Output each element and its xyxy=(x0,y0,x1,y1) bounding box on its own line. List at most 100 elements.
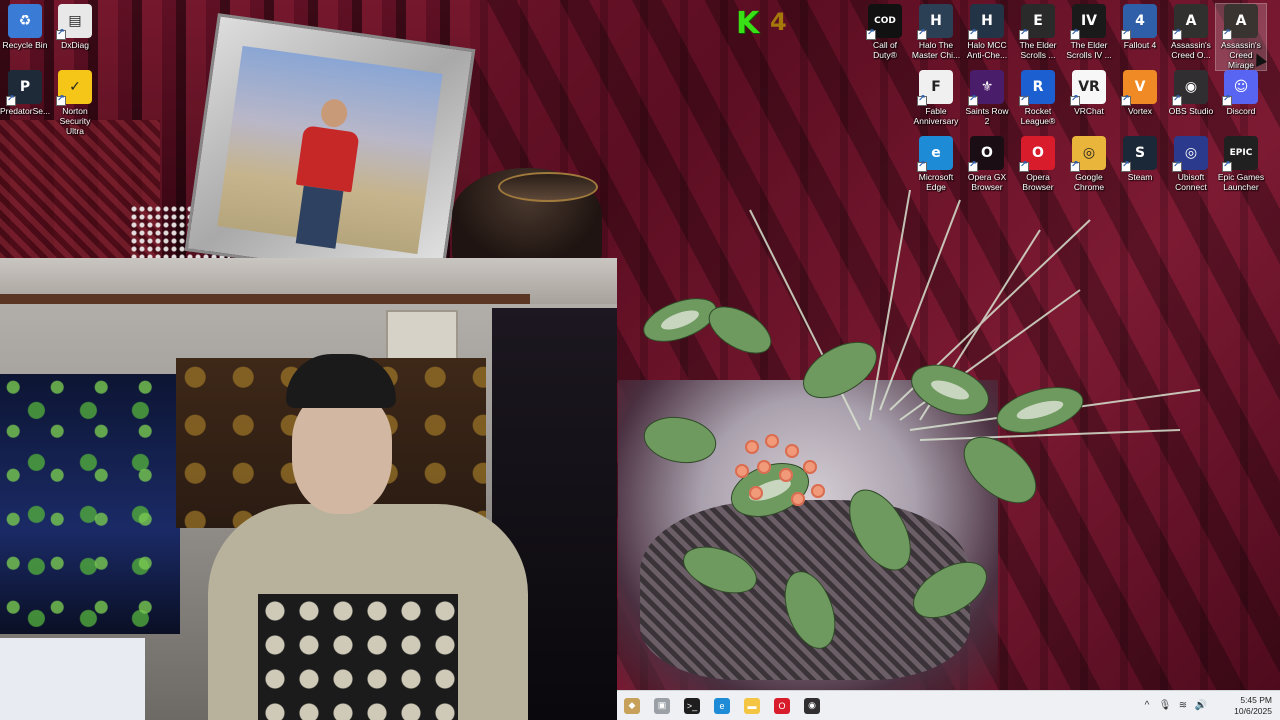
desktop-icon-label: VRChat xyxy=(1074,106,1104,116)
tray-clock[interactable]: 5:45 PM 10/6/2025 xyxy=(1210,695,1272,717)
desktop-icon-recycle-bin[interactable]: ♻ Recycle Bin xyxy=(0,4,50,50)
epic-icon: EPIC xyxy=(1222,136,1258,172)
shortcut-arrow-icon xyxy=(1222,28,1232,40)
ubisoft-icon: ◎ xyxy=(1172,136,1208,172)
ac-mirage-icon: A xyxy=(1222,4,1258,40)
desktop-icon-fallout4[interactable]: 4Fallout 4 xyxy=(1115,4,1165,50)
desktop-icon-label: Opera Browser xyxy=(1022,172,1054,192)
desktop-icon-vrchat[interactable]: VRVRChat xyxy=(1064,70,1114,116)
desktop-icon-label: Opera GX Browser xyxy=(967,172,1007,192)
webcam-window xyxy=(0,638,145,720)
tray-volume-icon[interactable]: 🔊 xyxy=(1192,700,1210,711)
desktop-icon-ac-odyssey[interactable]: AAssassin's Creed O... xyxy=(1166,4,1216,60)
desktop-icon-label: Epic Games Launcher xyxy=(1217,172,1265,192)
desktop-icon-halo-mcc-anticheat[interactable]: HHalo MCC Anti-Che... xyxy=(962,4,1012,60)
desktop-icon-label: Fable Anniversary xyxy=(913,106,959,126)
rocket-league-icon: R xyxy=(1019,70,1055,106)
norton-icon: ✓ xyxy=(56,70,92,106)
taskbar-explorer-button[interactable]: ▬ xyxy=(737,691,767,720)
desktop-icon-norton[interactable]: ✓Norton Security Ultra xyxy=(50,70,100,136)
recycle-bin-icon: ♻ xyxy=(8,4,42,38)
halo-mcc-icon: H xyxy=(917,4,953,40)
desktop-icon-saints-row-2[interactable]: ⚜Saints Row 2 xyxy=(962,70,1012,126)
desktop-icon-label: OBS Studio xyxy=(1168,106,1214,116)
desktop-icon-fable[interactable]: FFable Anniversary xyxy=(911,70,961,126)
desktop-icon-rocket-league[interactable]: RRocket League® xyxy=(1013,70,1063,126)
desktop-icon-label: Recycle Bin xyxy=(2,40,48,50)
desktop-icon-label: PredatorSe... xyxy=(0,106,51,116)
desktop-icon-label: Discord xyxy=(1226,106,1256,116)
desktop-icon-label: Steam xyxy=(1127,172,1153,182)
desktop-icon-edge[interactable]: eMicrosoft Edge xyxy=(911,136,961,192)
desktop-icon-label: The Elder Scrolls IV ... xyxy=(1066,40,1112,60)
desktop-icon-discord[interactable]: ☺Discord xyxy=(1216,70,1266,116)
desktop-icon-opera-gx[interactable]: OOpera GX Browser xyxy=(962,136,1012,192)
desktop-icon-predatorsense[interactable]: PPredatorSe... xyxy=(0,70,50,116)
desktop-icon-chrome[interactable]: ◎Google Chrome xyxy=(1064,136,1114,192)
desktop-icon-vortex[interactable]: VVortex xyxy=(1115,70,1165,116)
taskbar-edge-button[interactable]: e xyxy=(707,691,737,720)
taskbar-opera-button[interactable]: O xyxy=(767,691,797,720)
shortcut-arrow-icon xyxy=(56,94,66,106)
shortcut-arrow-icon xyxy=(1070,28,1080,40)
desktop-icon-opera[interactable]: OOpera Browser xyxy=(1013,136,1063,192)
fallout4-icon: 4 xyxy=(1121,4,1157,40)
shortcut-arrow-icon xyxy=(1070,94,1080,106)
desktop-icon-ubisoft[interactable]: ◎Ubisoft Connect xyxy=(1166,136,1216,192)
opera-icon: O xyxy=(1019,136,1055,172)
edge-icon: e xyxy=(917,136,953,172)
desktop-icon-dxdiag[interactable]: ▤DxDiag xyxy=(50,4,100,50)
desktop-icon-obs[interactable]: ◉OBS Studio xyxy=(1166,70,1216,116)
desktop-icon-oblivion[interactable]: IVThe Elder Scrolls IV ... xyxy=(1064,4,1114,60)
shortcut-arrow-icon xyxy=(1019,160,1029,172)
edge-icon: e xyxy=(714,697,730,714)
webcam-tapestry-left xyxy=(0,374,180,634)
shortcut-arrow-icon xyxy=(917,94,927,106)
desktop-icon-call-of-duty[interactable]: CODCall of Duty® xyxy=(860,4,910,60)
obs-icon: ◉ xyxy=(804,697,820,714)
desktop-icon-label: Google Chrome xyxy=(1073,172,1105,192)
shortcut-arrow-icon xyxy=(968,94,978,106)
oblivion-icon: IV xyxy=(1070,4,1106,40)
app-icon: ◆ xyxy=(624,697,640,714)
shortcut-arrow-icon xyxy=(1019,94,1029,106)
shortcut-arrow-icon xyxy=(1172,160,1182,172)
taskbar-terminal-button[interactable]: >_ xyxy=(677,691,707,720)
tray-wifi-icon[interactable]: ≋ xyxy=(1174,700,1192,711)
tray-time: 5:45 PM xyxy=(1240,694,1272,705)
desktop-icon-label: Fallout 4 xyxy=(1123,40,1157,50)
taskbar-apps: ◆ ▣ >_ e ▬ O ◉ xyxy=(617,691,827,720)
desktop-icon-label: Norton Security Ultra xyxy=(59,106,91,136)
shortcut-arrow-icon xyxy=(1172,28,1182,40)
taskbar: ◆ ▣ >_ e ▬ O ◉ ^ 🎙 ≋ 🔊 5:45 PM 10/6/2025 xyxy=(617,690,1280,720)
shortcut-arrow-icon xyxy=(917,28,927,40)
webcam-person xyxy=(208,354,528,720)
stream-overlay-logo: K 4 xyxy=(736,6,792,41)
desktop-icon-steam[interactable]: SSteam xyxy=(1115,136,1165,182)
desktop-icon-label: Microsoft Edge xyxy=(918,172,954,192)
tray-overflow-chevron-icon[interactable]: ^ xyxy=(1138,700,1156,711)
shortcut-arrow-icon xyxy=(1121,28,1131,40)
tray-mic-icon[interactable]: 🎙 xyxy=(1156,700,1174,711)
desktop-icon-label: The Elder Scrolls ... xyxy=(1019,40,1057,60)
shortcut-arrow-icon xyxy=(1222,160,1232,172)
shortcut-arrow-icon xyxy=(56,28,66,40)
desktop-icon-epic[interactable]: EPICEpic Games Launcher xyxy=(1216,136,1266,192)
terminal-icon: >_ xyxy=(684,697,700,714)
tray-date: 10/6/2025 xyxy=(1234,705,1272,716)
desktop-icon-elder-scrolls[interactable]: EThe Elder Scrolls ... xyxy=(1013,4,1063,60)
taskbar-app-1-button[interactable]: ◆ xyxy=(617,691,647,720)
desktop-icon-halo-mcc[interactable]: HHalo The Master Chi... xyxy=(911,4,961,60)
ac-odyssey-icon: A xyxy=(1172,4,1208,40)
taskbar-app-2-button[interactable]: ▣ xyxy=(647,691,677,720)
predatorsense-icon: P xyxy=(6,70,42,106)
fable-icon: F xyxy=(917,70,953,106)
taskbar-obs-button[interactable]: ◉ xyxy=(797,691,827,720)
call-of-duty-icon: COD xyxy=(866,4,902,40)
desktop-icon-label: Rocket League® xyxy=(1020,106,1056,126)
webcam-beam xyxy=(0,294,530,304)
steam-icon: S xyxy=(1121,136,1157,172)
shortcut-arrow-icon xyxy=(6,94,16,106)
chrome-icon: ◎ xyxy=(1070,136,1106,172)
stream-logo-sub: 4 xyxy=(770,8,787,36)
